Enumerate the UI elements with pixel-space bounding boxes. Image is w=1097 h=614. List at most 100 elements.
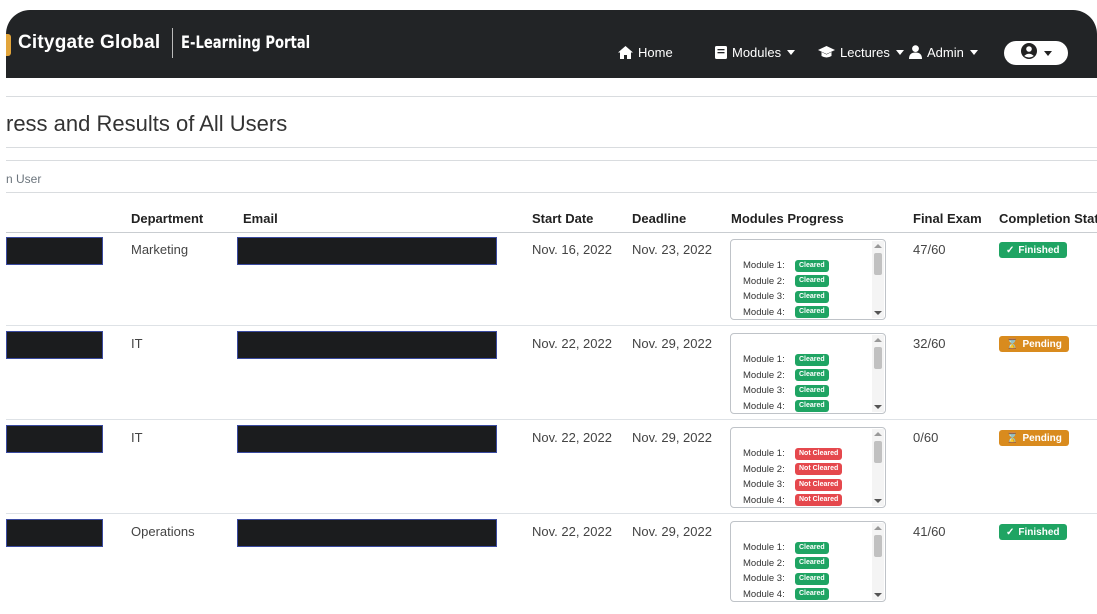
module-status-badge: Cleared [795, 259, 829, 272]
check-icon: ✓ [1006, 244, 1015, 256]
scroll-up-icon[interactable] [874, 526, 882, 530]
module-line: Module 3: Cleared [743, 383, 829, 399]
col-completion-status: Completion Stat [999, 211, 1097, 226]
module-status-badge: Not Cleared [795, 447, 843, 460]
scroll-down-icon[interactable] [874, 499, 882, 503]
col-email: Email [243, 211, 278, 226]
modules-progress-box[interactable]: Module 1: Cleared Module 2: Cleared Module… [730, 333, 886, 414]
final-exam-cell: 41/60 [913, 524, 946, 539]
redacted-email [237, 237, 497, 265]
department-cell: Operations [131, 524, 195, 539]
nav-modules-label: Modules [732, 44, 782, 60]
module-label: Module 3: [743, 479, 785, 491]
module-label: Module 1: [743, 448, 785, 460]
module-line: Module 4: Cleared [743, 587, 829, 602]
nav-modules[interactable]: Modules [715, 42, 796, 62]
brand-name[interactable]: Citygate Global [18, 32, 160, 54]
chevron-down-icon [1043, 50, 1052, 56]
scrollbar[interactable] [872, 429, 884, 506]
page-title: ress and Results of All Users [6, 111, 288, 136]
col-department: Department [131, 211, 204, 226]
module-label: Module 2: [743, 275, 785, 287]
module-label: Module 2: [743, 369, 785, 381]
redacted-email [237, 331, 497, 359]
module-status-badge: Cleared [795, 290, 829, 303]
table-row: IT Nov. 22, 2022 Nov. 29, 2022 Module 1:… [6, 420, 1097, 514]
module-status-badge: Not Cleared [795, 478, 843, 491]
deadline-cell: Nov. 23, 2022 [632, 242, 712, 257]
redacted-name [6, 519, 103, 547]
modules-progress-box[interactable]: Module 1: Cleared Module 2: Cleared Module… [730, 521, 886, 602]
deadline-cell: Nov. 29, 2022 [632, 336, 712, 351]
status-label: Finished [1018, 244, 1060, 256]
start-date-cell: Nov. 22, 2022 [532, 336, 612, 351]
book-icon [715, 45, 727, 59]
module-status-badge: Cleared [795, 557, 829, 570]
module-status-badge: Not Cleared [795, 463, 843, 476]
scroll-up-icon[interactable] [874, 244, 882, 248]
scroll-down-icon[interactable] [874, 593, 882, 597]
module-line: Module 4: Not Cleared [743, 493, 843, 508]
check-icon: ✓ [1006, 526, 1015, 538]
module-label: Module 1: [743, 260, 785, 272]
module-status-badge: Not Cleared [795, 494, 843, 507]
redacted-name [6, 237, 103, 265]
scroll-up-icon[interactable] [874, 338, 882, 342]
module-label: Module 2: [743, 557, 785, 569]
modules-progress-box[interactable]: Module 1: Not Cleared Module 2: Not Cleare… [730, 427, 886, 508]
nav-admin[interactable]: Admin [909, 42, 978, 62]
divider [6, 96, 1097, 97]
nav-lectures[interactable]: Lectures [818, 42, 904, 62]
brand-subtitle[interactable]: E-Learning Portal [181, 33, 310, 53]
scroll-thumb[interactable] [874, 535, 882, 557]
divider [6, 192, 1097, 193]
scrollbar[interactable] [872, 523, 884, 600]
status-label: Pending [1022, 432, 1062, 444]
module-status-badge: Cleared [795, 275, 829, 288]
module-line: Module 2: Cleared [743, 556, 829, 572]
deadline-cell: Nov. 29, 2022 [632, 430, 712, 445]
chevron-down-icon [895, 49, 904, 55]
scroll-down-icon[interactable] [874, 405, 882, 409]
redacted-name [6, 331, 103, 359]
col-start-date: Start Date [532, 211, 594, 226]
scroll-thumb[interactable] [874, 347, 882, 369]
scroll-thumb[interactable] [874, 253, 882, 275]
module-label: Module 3: [743, 573, 785, 585]
module-status-badge: Cleared [795, 306, 829, 319]
module-label: Module 4: [743, 494, 785, 506]
deadline-cell: Nov. 29, 2022 [632, 524, 712, 539]
user-icon [909, 45, 922, 59]
col-final-exam: Final Exam [913, 211, 982, 226]
module-status-badge: Cleared [795, 572, 829, 585]
account-menu-button[interactable] [1004, 41, 1068, 65]
nav-admin-label: Admin [927, 44, 964, 60]
redacted-email [237, 519, 497, 547]
scroll-up-icon[interactable] [874, 432, 882, 436]
final-exam-cell: 47/60 [913, 242, 946, 257]
module-status-badge: Cleared [795, 384, 829, 397]
scrollbar[interactable] [872, 335, 884, 412]
nav-lectures-label: Lectures [840, 44, 890, 60]
module-status-badge: Cleared [795, 369, 829, 382]
brand-logo-mark [6, 34, 11, 56]
scroll-down-icon[interactable] [874, 311, 882, 315]
module-label: Module 3: [743, 291, 785, 303]
scroll-thumb[interactable] [874, 441, 882, 463]
start-date-cell: Nov. 22, 2022 [532, 524, 612, 539]
modules-progress-box[interactable]: Module 1: Cleared Module 2: Cleared Module… [730, 239, 886, 320]
user-circle-icon [1020, 42, 1037, 64]
module-label: Module 2: [743, 463, 785, 475]
status-badge: ⌛ Pending [999, 336, 1069, 352]
nav-home[interactable]: Home [618, 42, 673, 62]
module-line: Module 1: Cleared [743, 540, 829, 556]
home-icon [618, 45, 633, 59]
start-date-cell: Nov. 16, 2022 [532, 242, 612, 257]
redacted-name [6, 425, 103, 453]
department-cell: IT [131, 336, 143, 351]
department-cell: Marketing [131, 242, 189, 257]
module-line: Module 1: Cleared [743, 352, 829, 368]
department-cell: IT [131, 430, 143, 445]
scrollbar[interactable] [872, 241, 884, 318]
filter-label[interactable]: n User [6, 172, 41, 186]
